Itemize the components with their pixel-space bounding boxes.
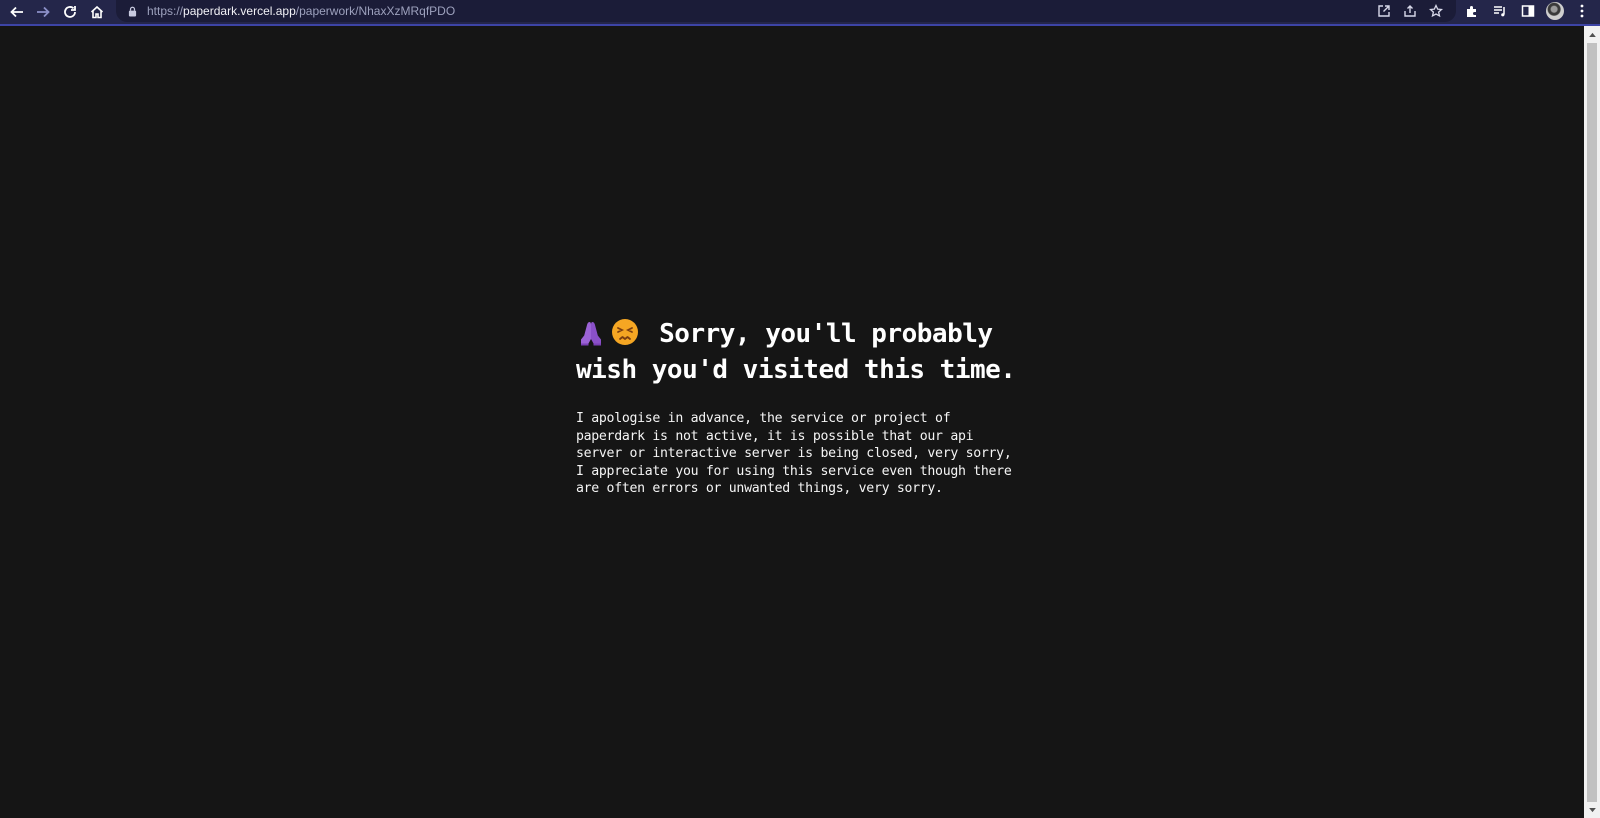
star-icon[interactable] bbox=[1427, 2, 1444, 19]
address-bar[interactable]: https://paperdark.vercel.app/paperwork/N… bbox=[116, 0, 1456, 22]
reading-list-icon[interactable] bbox=[1490, 1, 1510, 21]
puzzle-icon[interactable] bbox=[1462, 1, 1482, 21]
folded-hands-icon bbox=[576, 317, 606, 347]
arrow-right-icon bbox=[37, 6, 50, 18]
avatar[interactable] bbox=[1546, 2, 1564, 20]
browser-toolbar: https://paperdark.vercel.app/paperwork/N… bbox=[0, 0, 1600, 26]
open-external-icon[interactable] bbox=[1375, 2, 1392, 19]
url-scheme: https:// bbox=[147, 4, 184, 18]
vertical-scrollbar[interactable] bbox=[1584, 26, 1600, 818]
apology-message: I apologise in advance, the service or p… bbox=[576, 411, 1012, 496]
back-button[interactable] bbox=[6, 1, 28, 23]
page-title: Sorry, you'll probably wish you'd visite… bbox=[576, 316, 1016, 388]
home-button[interactable] bbox=[86, 1, 108, 23]
home-icon bbox=[90, 5, 104, 19]
headline-text: Sorry, you'll probably wish you'd visite… bbox=[576, 319, 1016, 385]
share-icon[interactable] bbox=[1401, 2, 1418, 19]
scroll-up-icon[interactable] bbox=[1584, 26, 1600, 42]
side-panel-icon[interactable] bbox=[1518, 1, 1538, 21]
reload-icon bbox=[64, 6, 76, 18]
kebab-menu-icon[interactable] bbox=[1572, 1, 1592, 21]
reload-button[interactable] bbox=[59, 1, 81, 23]
url-host: paperdark.vercel.app bbox=[183, 4, 296, 18]
scroll-down-icon[interactable] bbox=[1584, 802, 1600, 818]
forward-button[interactable] bbox=[32, 1, 54, 23]
lock-icon[interactable] bbox=[127, 5, 137, 17]
arrow-left-icon bbox=[10, 6, 23, 18]
persevering-face-icon bbox=[610, 317, 640, 347]
url-path: /paperwork/NhaxXzMRqfPDO bbox=[295, 4, 456, 18]
page-viewport: Sorry, you'll probably wish you'd visite… bbox=[0, 26, 1584, 818]
url-text: https://paperdark.vercel.app/paperwork/N… bbox=[147, 4, 455, 18]
error-message-block: Sorry, you'll probably wish you'd visite… bbox=[576, 316, 1016, 498]
scrollbar-thumb[interactable] bbox=[1587, 43, 1597, 802]
